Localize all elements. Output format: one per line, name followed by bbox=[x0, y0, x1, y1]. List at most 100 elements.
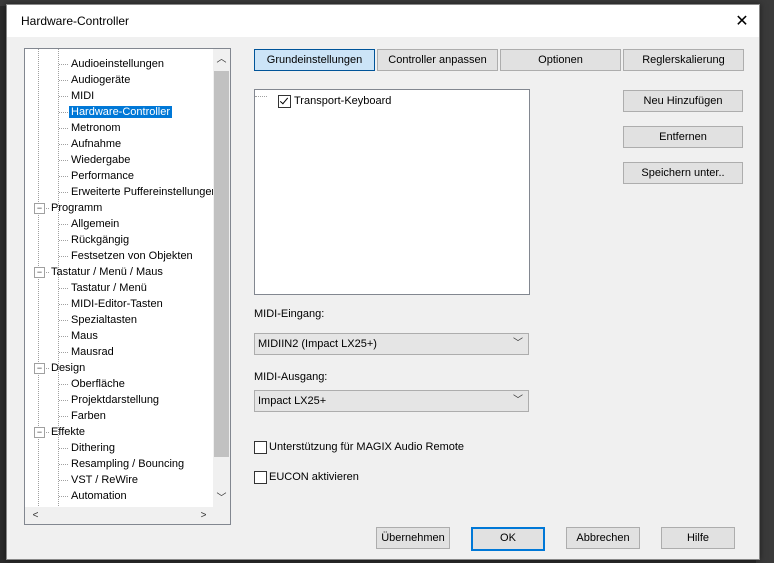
tree-item[interactable]: Festsetzen von Objekten bbox=[69, 248, 195, 264]
ok-button[interactable]: OK bbox=[471, 527, 545, 551]
tab-reglerskalierung[interactable]: Reglerskalierung bbox=[623, 49, 744, 71]
tree-item[interactable]: VST / ReWire bbox=[69, 472, 140, 488]
tree-content: Audioeinstellungen Audiogeräte MIDI Hardwar… bbox=[25, 49, 213, 507]
tree-item[interactable]: Projektdarstellung bbox=[69, 392, 161, 408]
tree-item[interactable]: Erweiterte Puffereinstellungen bbox=[69, 184, 213, 200]
tree-item-label: MIDI-Editor-Tasten bbox=[71, 298, 163, 310]
close-button[interactable]: ✕ bbox=[725, 5, 759, 37]
chevron-down-icon: ﹀ bbox=[513, 338, 523, 349]
tree-connector bbox=[59, 304, 68, 305]
tree-connector bbox=[59, 288, 68, 289]
hardware-controller-dialog: Hardware-Controller ✕ Audioeinstellungen… bbox=[6, 4, 760, 560]
tree-connector bbox=[59, 480, 68, 481]
tree-connector bbox=[255, 96, 267, 97]
tree-horizontal-scrollbar[interactable]: < > bbox=[25, 507, 213, 524]
title-bar: Hardware-Controller ✕ bbox=[7, 5, 759, 37]
add-new-button[interactable]: Neu Hinzufügen bbox=[623, 90, 743, 112]
tree-item-label: Spezialtasten bbox=[71, 314, 138, 326]
midi-input-select[interactable]: MIDIIN2 (Impact LX25+) ﹀ bbox=[254, 333, 529, 355]
controller-label: Transport-Keyboard bbox=[294, 95, 392, 107]
tree-vertical-scrollbar[interactable]: ︿ ﹀ bbox=[213, 49, 230, 507]
tree-item[interactable]: MIDI bbox=[69, 88, 96, 104]
tree-item[interactable]: Wiedergabe bbox=[69, 152, 132, 168]
tree-item[interactable]: Automation bbox=[69, 488, 129, 504]
tree-group[interactable]: Effekte bbox=[49, 424, 87, 440]
tree-connector bbox=[59, 144, 68, 145]
tree-item[interactable]: Resampling / Bouncing bbox=[69, 456, 186, 472]
scroll-up-icon[interactable]: ︿ bbox=[213, 51, 230, 68]
tree-item-label: Maus bbox=[71, 330, 98, 342]
tree-item-label: Farben bbox=[71, 410, 106, 422]
tree-item[interactable]: Tastatur / Menü bbox=[69, 280, 149, 296]
controller-list[interactable]: Transport-Keyboard bbox=[254, 89, 530, 295]
tree-group[interactable]: Programm bbox=[49, 200, 104, 216]
tree-item[interactable]: Farben bbox=[69, 408, 108, 424]
tree-item-label: Wiedergabe bbox=[71, 154, 131, 166]
tree-connector bbox=[59, 464, 68, 465]
save-as-button[interactable]: Speichern unter.. bbox=[623, 162, 743, 184]
tree-item[interactable]: Allgemein bbox=[69, 216, 121, 232]
tree-item-label: Hardware-Controller bbox=[69, 106, 173, 118]
tree-connector bbox=[59, 496, 68, 497]
help-button[interactable]: Hilfe bbox=[661, 527, 735, 549]
tree-item-label: Automation bbox=[71, 490, 127, 502]
tree-item-label: Tastatur / Menü bbox=[71, 282, 147, 294]
tree-item[interactable]: Audiogeräte bbox=[69, 72, 132, 88]
tree-item-label: Allgemein bbox=[71, 218, 120, 230]
tab-grundeinstellungen[interactable]: Grundeinstellungen bbox=[254, 49, 375, 71]
tree-connector bbox=[59, 336, 68, 337]
scroll-thumb[interactable] bbox=[214, 71, 229, 457]
tree-connector bbox=[44, 368, 49, 369]
remove-button[interactable]: Entfernen bbox=[623, 126, 743, 148]
tree-item[interactable]: Spezialtasten bbox=[69, 312, 139, 328]
tree-item-label: Festsetzen von Objekten bbox=[71, 250, 193, 262]
tree-item-label: MIDI bbox=[71, 90, 95, 102]
tree-item[interactable]: Oberfläche bbox=[69, 376, 127, 392]
tree-item[interactable]: Dithering bbox=[69, 440, 117, 456]
tree-connector bbox=[44, 208, 49, 209]
midi-output-select[interactable]: Impact LX25+ ﹀ bbox=[254, 390, 529, 412]
tree-item[interactable]: Hardware-Controller bbox=[69, 104, 173, 120]
cancel-button[interactable]: Abbrechen bbox=[566, 527, 640, 549]
tree-connector bbox=[59, 192, 68, 193]
tree-item[interactable]: Metronom bbox=[69, 120, 123, 136]
tree-item[interactable]: Maus bbox=[69, 328, 100, 344]
tree-connector bbox=[59, 384, 68, 385]
tree-group[interactable]: Tastatur / Menü / Maus bbox=[49, 264, 165, 280]
magix-remote-label: Unterstützung für MAGIX Audio Remote bbox=[269, 441, 465, 453]
tree-item[interactable]: Aufnahme bbox=[69, 136, 123, 152]
tree-item-label: VST / ReWire bbox=[71, 474, 139, 486]
eucon-checkbox[interactable] bbox=[254, 471, 267, 484]
tree-item-label: Oberfläche bbox=[71, 378, 125, 390]
tree-item[interactable]: Performance bbox=[69, 168, 136, 184]
tree-connector bbox=[59, 352, 68, 353]
tree-item[interactable]: Mausrad bbox=[69, 344, 116, 360]
tree-connector bbox=[59, 400, 68, 401]
controller-checkbox[interactable] bbox=[278, 95, 291, 108]
tree-connector bbox=[59, 160, 68, 161]
scroll-right-icon[interactable]: > bbox=[195, 507, 212, 524]
tree-connector bbox=[59, 240, 68, 241]
tree-connector bbox=[59, 176, 68, 177]
tree-group[interactable]: Design bbox=[49, 360, 87, 376]
tree-item-label: Projektdarstellung bbox=[71, 394, 160, 406]
apply-button[interactable]: Übernehmen bbox=[376, 527, 450, 549]
tree-item-label: Tastatur / Menü / Maus bbox=[51, 266, 163, 278]
scroll-down-icon[interactable]: ﹀ bbox=[213, 490, 230, 507]
tree-item-label: Design bbox=[51, 362, 86, 374]
tab-controller-anpassen[interactable]: Controller anpassen bbox=[377, 49, 498, 71]
tree-item[interactable]: MIDI-Editor-Tasten bbox=[69, 296, 165, 312]
tree-item-label: Audioeinstellungen bbox=[71, 58, 164, 70]
settings-tree[interactable]: Audioeinstellungen Audiogeräte MIDI Hardwar… bbox=[24, 48, 231, 525]
midi-output-label: MIDI-Ausgang: bbox=[254, 371, 328, 383]
tab-optionen[interactable]: Optionen bbox=[500, 49, 621, 71]
scroll-left-icon[interactable]: < bbox=[27, 507, 44, 524]
tree-item-label: Metronom bbox=[71, 122, 121, 134]
scrollbar-corner bbox=[213, 507, 230, 524]
tree-item[interactable]: Audioeinstellungen bbox=[69, 56, 166, 72]
magix-remote-checkbox[interactable] bbox=[254, 441, 267, 454]
tree-item-label: Resampling / Bouncing bbox=[71, 458, 185, 470]
midi-input-label: MIDI-Eingang: bbox=[254, 308, 325, 320]
tree-item[interactable]: Rückgängig bbox=[69, 232, 131, 248]
tree-item-label: Effekte bbox=[51, 426, 86, 438]
